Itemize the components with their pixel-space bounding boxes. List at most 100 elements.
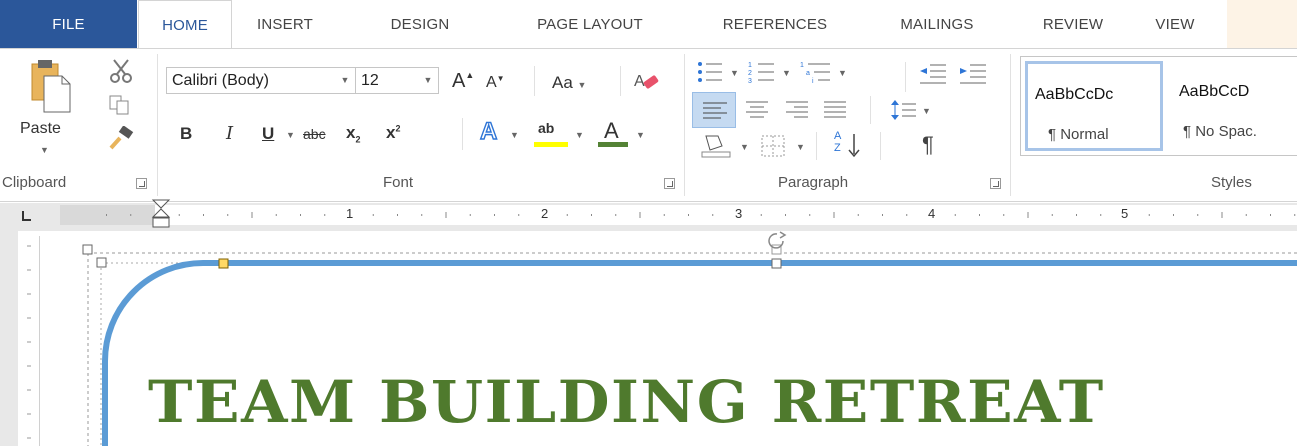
tab-design[interactable]: DESIGN [378, 0, 462, 48]
decrease-indent-icon[interactable] [918, 62, 948, 84]
font-name-combo[interactable]: Calibri (Body) ▼ [166, 67, 356, 94]
tab-bar-filler [1227, 0, 1297, 48]
highlight-dropdown-arrow[interactable]: ▼ [575, 130, 584, 140]
paragraph-launcher-icon[interactable] [990, 178, 1001, 189]
highlight-icon: ab [538, 120, 555, 136]
divider [462, 118, 463, 150]
ruler-number: 5 [1121, 206, 1129, 221]
tab-view[interactable]: VIEW [1140, 0, 1210, 48]
format-painter-icon[interactable] [106, 125, 136, 152]
svg-text:2: 2 [748, 70, 752, 77]
text-effects-dropdown-arrow[interactable]: ▼ [510, 130, 519, 140]
borders-dropdown-arrow[interactable]: ▼ [796, 142, 805, 152]
tab-review[interactable]: REVIEW [1030, 0, 1116, 48]
borders-icon[interactable] [760, 134, 786, 158]
line-spacing-dropdown-arrow[interactable]: ▼ [922, 106, 931, 116]
divider [880, 132, 881, 160]
style-normal[interactable]: AaBbCcDc ¶ Normal [1025, 61, 1163, 151]
ruler-number: 3 [735, 206, 743, 221]
style-label: ¶ Normal [1048, 126, 1109, 143]
strikethrough-button[interactable]: abc [303, 126, 326, 142]
multilevel-dropdown-arrow[interactable]: ▼ [838, 68, 847, 78]
svg-text:A: A [634, 73, 645, 90]
svg-text:a: a [806, 70, 810, 77]
justify-icon[interactable] [822, 96, 848, 122]
cut-icon[interactable] [106, 58, 136, 84]
line-spacing-icon[interactable] [890, 96, 918, 124]
svg-text:3: 3 [748, 78, 752, 84]
ruler-ticks [106, 212, 1296, 218]
underline-button[interactable]: U [262, 124, 274, 144]
font-color-dropdown-arrow[interactable]: ▼ [636, 130, 645, 140]
tab-selector-icon[interactable] [18, 207, 36, 225]
align-center-icon[interactable] [744, 96, 770, 122]
divider [870, 96, 871, 124]
style-no-spacing[interactable]: AaBbCcD ¶ No Spac. [1169, 61, 1297, 151]
shrink-font-button[interactable]: A▼ [486, 74, 505, 92]
numbering-icon[interactable]: 123 [748, 60, 778, 85]
tab-references[interactable]: REFERENCES [700, 0, 850, 48]
svg-text:i: i [812, 78, 814, 84]
subscript-button[interactable]: x2 [346, 123, 360, 144]
clipboard-launcher-icon[interactable] [136, 178, 147, 189]
group-divider [157, 54, 158, 196]
left-gutter [0, 231, 18, 446]
show-marks-button[interactable]: ¶ [922, 132, 934, 158]
text-highlight-button[interactable]: ab [534, 120, 570, 148]
vertical-ruler[interactable] [18, 236, 40, 446]
styles-gallery: AaBbCcDc ¶ Normal AaBbCcD ¶ No Spac. [1020, 56, 1297, 156]
shading-dropdown-arrow[interactable]: ▼ [740, 142, 749, 152]
numbering-dropdown-arrow[interactable]: ▼ [782, 68, 791, 78]
ruler-number: 1 [346, 206, 354, 221]
clear-formatting-icon[interactable]: A [632, 68, 662, 94]
tab-file[interactable]: FILE [0, 0, 137, 48]
chevron-down-icon[interactable]: ▼ [335, 68, 355, 93]
shading-icon[interactable] [700, 132, 732, 160]
sort-button[interactable]: A Z [834, 130, 864, 160]
change-case-button[interactable]: Aa ▼ [552, 73, 586, 93]
tab-mailings[interactable]: MAILINGS [875, 0, 999, 48]
style-preview: AaBbCcD [1179, 83, 1250, 100]
font-name-value: Calibri (Body) [172, 72, 269, 89]
font-color-bar [598, 142, 628, 147]
font-group-label: Font [383, 174, 414, 191]
group-divider [1010, 54, 1011, 196]
tab-home[interactable]: HOME [138, 0, 232, 49]
font-size-combo[interactable]: 12 ▼ [355, 67, 439, 94]
styles-group-label: Styles [1211, 174, 1252, 191]
font-size-value: 12 [361, 72, 379, 89]
superscript-button[interactable]: x2 [386, 123, 400, 143]
clipboard-group-label: Clipboard [2, 174, 67, 191]
ruler-number: 4 [928, 206, 936, 221]
style-preview: AaBbCcDc [1035, 86, 1114, 103]
paste-dropdown-arrow[interactable]: ▼ [40, 145, 49, 155]
increase-indent-icon[interactable] [958, 62, 988, 84]
style-label: ¶ No Spac. [1183, 123, 1257, 140]
bullets-icon[interactable] [696, 60, 726, 84]
paste-button[interactable] [24, 58, 74, 116]
bold-button[interactable]: B [180, 124, 192, 144]
divider [620, 66, 621, 96]
multilevel-list-icon[interactable]: 1ai [800, 60, 834, 85]
chevron-down-icon[interactable]: ▼ [418, 68, 438, 93]
bullets-dropdown-arrow[interactable]: ▼ [730, 68, 739, 78]
align-left-icon [703, 102, 727, 119]
italic-button[interactable]: I [226, 123, 233, 144]
copy-icon[interactable] [108, 94, 132, 116]
font-launcher-icon[interactable] [664, 178, 675, 189]
tab-page-layout[interactable]: PAGE LAYOUT [500, 0, 680, 48]
align-right-icon[interactable] [784, 96, 810, 122]
grow-font-button[interactable]: A▲ [452, 70, 474, 93]
sort-icon: A Z [834, 130, 841, 154]
tab-insert[interactable]: INSERT [238, 0, 332, 48]
divider [534, 66, 535, 96]
text-effects-button[interactable]: A [479, 117, 498, 146]
font-color-icon: A [604, 118, 619, 143]
divider [905, 62, 906, 92]
document-title[interactable]: TEAM BUILDING RETREAT [148, 368, 1260, 436]
ribbon-tab-bar: FILE HOME INSERT DESIGN PAGE LAYOUT REFE… [0, 0, 1297, 49]
underline-dropdown-arrow[interactable]: ▼ [286, 130, 295, 140]
align-left-button[interactable] [692, 92, 736, 128]
font-color-button[interactable]: A [596, 118, 630, 150]
paragraph-group-label: Paragraph [778, 174, 849, 191]
